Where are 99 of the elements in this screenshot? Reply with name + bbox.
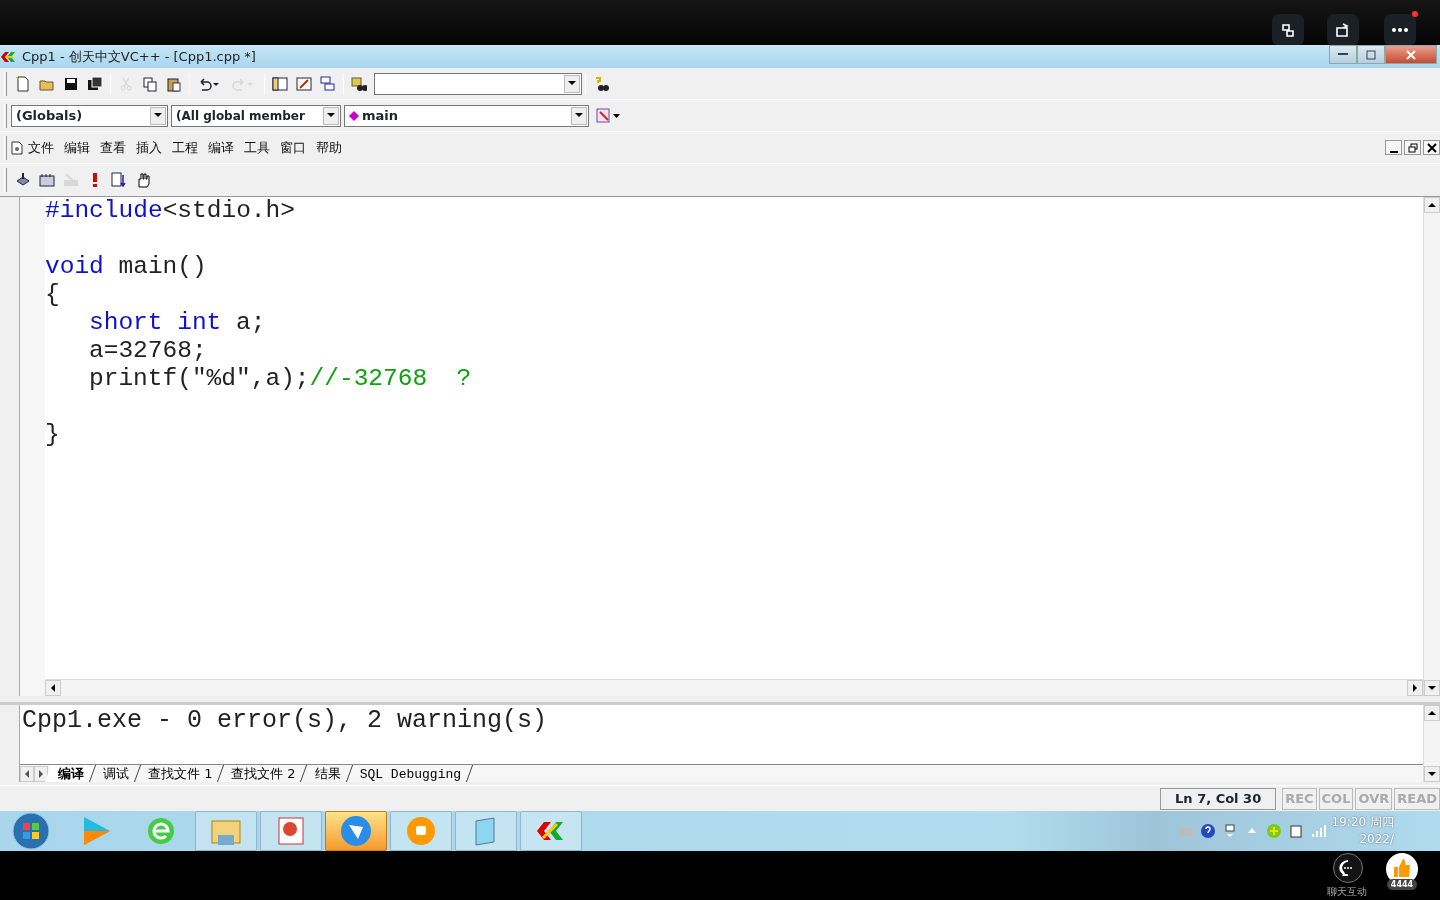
output-tab[interactable]: 编译 [44,765,97,782]
translate-button[interactable] [1272,14,1304,46]
signal-icon [1309,823,1326,839]
rotate-button[interactable] [1327,14,1359,46]
scroll-up-icon [1428,202,1436,208]
scroll-left-icon [50,684,56,692]
scroll-down-icon [1428,685,1436,691]
menu-item[interactable]: 文件 [23,137,59,158]
dropdown-arrow-icon [327,113,335,118]
minimize-button[interactable] [1385,140,1402,155]
status-indicator: COL [1318,787,1354,810]
output-tab[interactable]: 调试 [89,765,142,782]
cursor-position: Ln 7, Col 30 [1160,787,1277,810]
minimize-icon [1338,53,1348,56]
menu-item[interactable]: 窗口 [275,137,311,158]
code-line: void main() [45,253,207,280]
search-combo-box[interactable] [374,72,582,95]
taskbar-app[interactable] [260,811,322,851]
scroll-up-icon [1428,710,1436,716]
member-combo-box[interactable]: main [344,104,589,127]
class-wizard-icon [596,107,622,124]
filter-combo-box[interactable]: (All global member [171,104,341,127]
restore-button[interactable] [1404,140,1421,155]
taskbar-app[interactable] [325,811,387,851]
output-tab[interactable]: SQL Debugging [346,765,474,782]
menu-item[interactable]: 编辑 [59,137,95,158]
menu-item[interactable]: 查看 [95,137,131,158]
code-line: printf("%d",a);//-32768 ? [89,365,472,392]
scroll-left-button[interactable] [45,680,61,696]
output-tab[interactable]: 结果 [301,765,353,782]
minimize-button[interactable] [1329,45,1357,64]
scroll-down-button[interactable] [1424,680,1440,696]
status-indicator: READ [1394,787,1440,810]
scroll-left-icon [24,769,30,778]
clock-date: 2022/ [1358,831,1394,848]
scroll-down-icon [1428,771,1436,777]
dropdown-arrow-icon [575,113,583,118]
workspace-icon [272,75,288,92]
scroll-up-button[interactable] [1424,197,1440,213]
status-indicator: OVR [1355,787,1393,810]
scroll-up-button[interactable] [1424,705,1440,721]
build-output-text: Cpp1.exe - 0 error(s), 2 warning(s) [21,705,549,737]
menu-item[interactable]: 插入 [131,137,167,158]
windows-logo-icon [12,812,50,850]
help-binoculars-icon [593,75,609,92]
close-icon [1405,49,1417,60]
binoculars-icon [351,75,367,92]
cut-icon [118,75,134,92]
output-window-icon [296,75,312,92]
menu-item[interactable]: 工程 [167,137,203,158]
new-file-icon [15,75,31,92]
output-tab[interactable]: 查找文件 2 [218,765,308,782]
code-line: #include<stdio.h> [45,197,295,224]
build-icon [39,172,55,188]
rotate-icon [1335,22,1351,38]
diamond-icon [349,110,359,121]
plus-badge-icon [1265,823,1282,839]
compile-icon [15,172,31,188]
restore-icon [1407,142,1418,153]
window-title: Cpp1 - 创天中文VC++ - [Cpp1.cpp *] [22,47,256,66]
scroll-down-button[interactable] [1424,766,1440,782]
close-button[interactable] [1423,140,1440,155]
hand-icon [135,172,151,188]
menu-item[interactable]: 帮助 [311,137,347,158]
browser-icon [145,815,177,847]
dropdown-arrow-icon [568,81,576,86]
scroll-right-button[interactable] [34,765,48,782]
save-icon [63,75,79,92]
more-button[interactable] [1384,14,1416,46]
scroll-left-button[interactable] [20,765,34,782]
document-icon [11,140,23,155]
help-icon [1199,823,1216,839]
code-line: } [45,421,60,448]
like-button[interactable]: 4444 [1384,853,1420,895]
taskbar-app[interactable] [520,811,582,851]
menu-item[interactable]: 编译 [203,137,239,158]
code-line: short int a; [89,309,266,336]
code-line: { [45,281,60,308]
output-tab[interactable]: 查找文件 1 [134,765,225,782]
chat-button[interactable] [1333,853,1363,883]
copy-icon [142,75,158,92]
dropdown-arrow-icon [154,113,162,118]
class-combo-box[interactable]: (Globals) [11,104,168,127]
minimize-icon [1389,150,1398,153]
menu-item[interactable]: 工具 [239,137,275,158]
chat-label: 聊天互动 [1327,885,1367,899]
go-icon [111,172,127,188]
status-indicator: REC [1282,787,1317,810]
window-list-icon [320,75,336,92]
scroll-right-icon [1412,684,1418,692]
more-icon [1392,28,1408,32]
scroll-right-button[interactable] [1407,680,1423,696]
app-logo-icon [0,50,18,63]
clock-time: 19:20 周四 [1331,814,1394,831]
close-icon [1426,142,1437,153]
save-all-icon [87,75,103,92]
restore-icon [1366,49,1376,60]
paste-icon [166,75,182,92]
code-line: a=32768; [89,337,207,364]
